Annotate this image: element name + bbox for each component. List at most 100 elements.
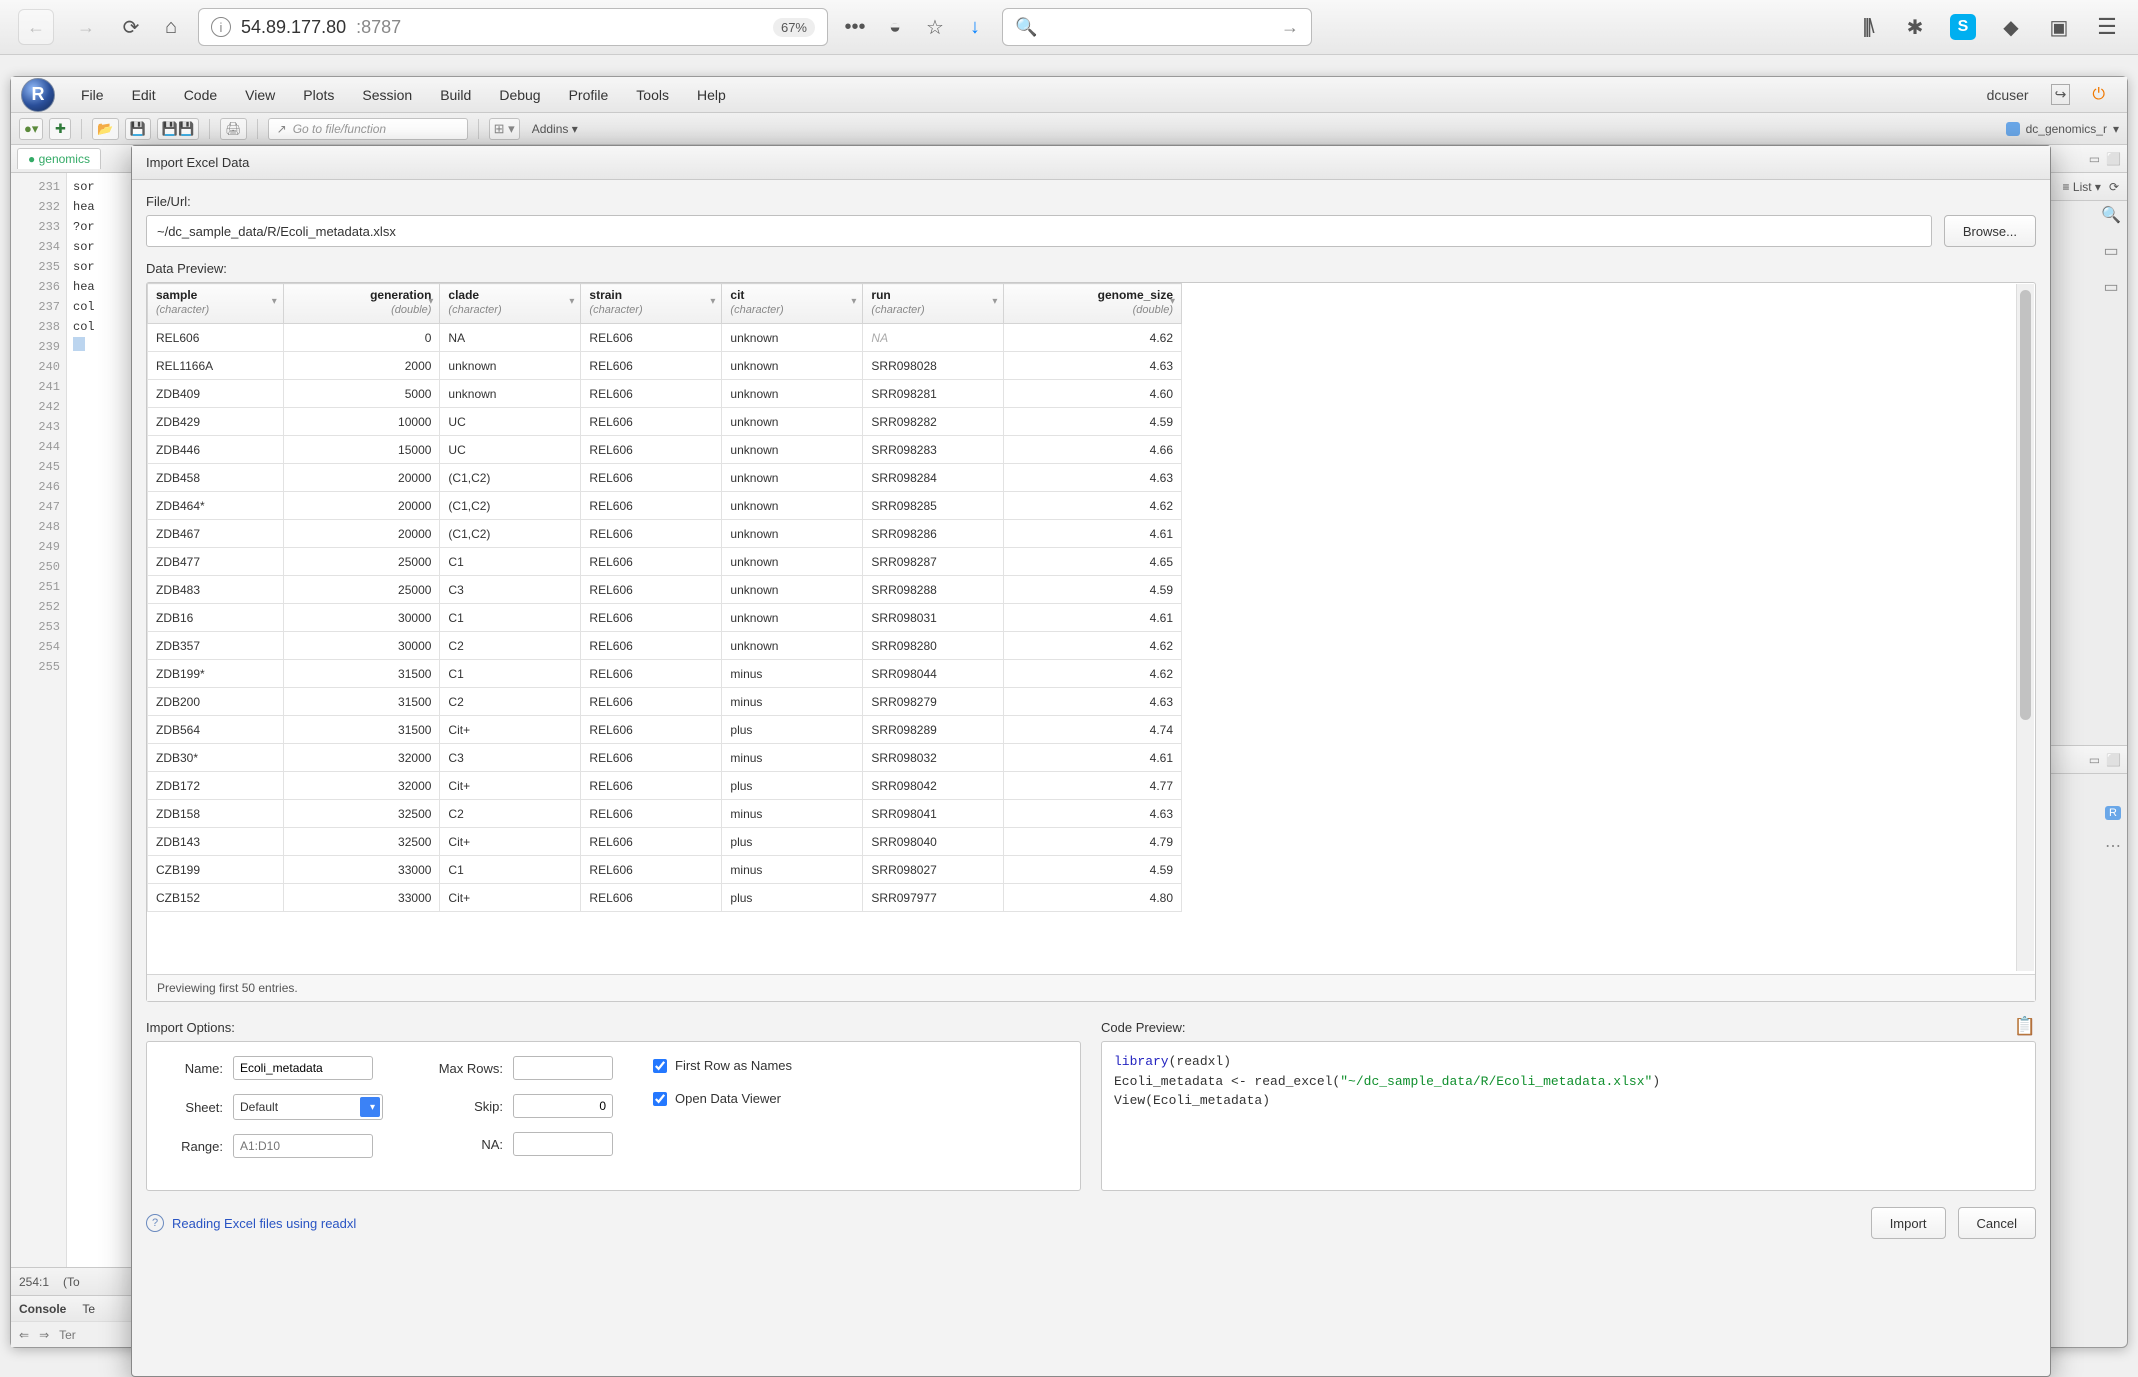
- column-header[interactable]: genome_size(double)▾: [1004, 284, 1182, 324]
- evernote-icon[interactable]: ✱: [1902, 14, 1928, 40]
- table-cell: ZDB199*: [148, 660, 284, 688]
- bookmark-star-icon[interactable]: ☆: [922, 14, 948, 40]
- table-cell: SRR098032: [863, 744, 1004, 772]
- column-header[interactable]: clade(character)▾: [440, 284, 581, 324]
- sidebar-icon[interactable]: ▣: [2046, 14, 2072, 40]
- table-cell: unknown: [722, 352, 863, 380]
- browser-search-bar[interactable]: 🔍 →: [1002, 8, 1312, 46]
- table-cell: REL606: [581, 324, 722, 352]
- downloads-icon[interactable]: ↓: [962, 14, 988, 40]
- page-actions-icon[interactable]: •••: [842, 14, 868, 40]
- zoom-badge[interactable]: 67%: [773, 18, 815, 37]
- url-bar[interactable]: i 54.89.177.80:8787 67%: [198, 8, 828, 46]
- table-cell: SRR098287: [863, 548, 1004, 576]
- file-url-input[interactable]: [146, 215, 1932, 247]
- table-cell: 4.59: [1004, 408, 1182, 436]
- table-cell: C3: [440, 744, 581, 772]
- table-cell: unknown: [722, 492, 863, 520]
- opt-open-viewer-label: Open Data Viewer: [675, 1091, 781, 1106]
- table-cell: 32500: [283, 828, 440, 856]
- help-link[interactable]: ? Reading Excel files using readxl: [146, 1214, 356, 1232]
- table-cell: minus: [722, 688, 863, 716]
- browser-toolbar: ← → ⟳ ⌂ i 54.89.177.80:8787 67% ••• ◒ ☆ …: [0, 0, 2138, 55]
- table-cell: 15000: [283, 436, 440, 464]
- table-cell: 4.62: [1004, 632, 1182, 660]
- opt-first-row-checkbox[interactable]: [653, 1059, 667, 1073]
- search-icon: 🔍: [1015, 17, 1037, 38]
- table-cell: C1: [440, 548, 581, 576]
- column-header[interactable]: generation(double)▾: [283, 284, 440, 324]
- table-cell: REL606: [581, 744, 722, 772]
- home-button[interactable]: ⌂: [158, 14, 184, 40]
- table-cell: REL606: [581, 548, 722, 576]
- table-cell: REL606: [581, 492, 722, 520]
- table-cell: 4.60: [1004, 380, 1182, 408]
- table-cell: 4.62: [1004, 660, 1182, 688]
- nav-forward-button[interactable]: →: [68, 9, 104, 45]
- nav-back-button[interactable]: ←: [18, 9, 54, 45]
- table-cell: 4.79: [1004, 828, 1182, 856]
- import-button[interactable]: Import: [1871, 1207, 1946, 1239]
- site-info-icon[interactable]: i: [211, 17, 231, 37]
- help-icon: ?: [146, 1214, 164, 1232]
- opt-sheet-select[interactable]: Default▾: [233, 1094, 383, 1120]
- library-icon[interactable]: |||\: [1854, 14, 1880, 40]
- table-row: CZB19933000C1REL606minusSRR0980274.59: [148, 856, 1182, 884]
- table-cell: 32000: [283, 772, 440, 800]
- skype-icon[interactable]: S: [1950, 14, 1976, 40]
- import-options-label: Import Options:: [146, 1020, 1081, 1035]
- cancel-button[interactable]: Cancel: [1958, 1207, 2036, 1239]
- table-cell: REL606: [581, 380, 722, 408]
- table-cell: ZDB409: [148, 380, 284, 408]
- table-cell: ZDB172: [148, 772, 284, 800]
- table-cell: REL606: [581, 660, 722, 688]
- opt-open-viewer-checkbox[interactable]: [653, 1092, 667, 1106]
- table-cell: unknown: [440, 352, 581, 380]
- notifications-icon[interactable]: ◆: [1998, 14, 2024, 40]
- table-cell: 20000: [283, 492, 440, 520]
- opt-name-input[interactable]: [233, 1056, 373, 1080]
- table-cell: ZDB158: [148, 800, 284, 828]
- opt-range-input[interactable]: [233, 1134, 373, 1158]
- table-cell: SRR098282: [863, 408, 1004, 436]
- table-cell: UC: [440, 436, 581, 464]
- copy-code-icon[interactable]: 📋: [2014, 1016, 2036, 1037]
- opt-name-label: Name:: [163, 1061, 223, 1076]
- table-cell: ZDB200: [148, 688, 284, 716]
- preview-scrollbar[interactable]: [2016, 284, 2034, 971]
- table-cell: REL606: [581, 464, 722, 492]
- opt-maxrows-input[interactable]: [513, 1056, 613, 1080]
- table-cell: 4.59: [1004, 856, 1182, 884]
- table-cell: 31500: [283, 660, 440, 688]
- table-cell: ZDB30*: [148, 744, 284, 772]
- table-row: ZDB48325000C3REL606unknownSRR0982884.59: [148, 576, 1182, 604]
- reload-button[interactable]: ⟳: [118, 14, 144, 40]
- menu-button[interactable]: ☰: [2094, 14, 2120, 40]
- table-cell: SRR098283: [863, 436, 1004, 464]
- opt-na-input[interactable]: [513, 1132, 613, 1156]
- pocket-icon[interactable]: ◒: [882, 14, 908, 40]
- column-header[interactable]: sample(character)▾: [148, 284, 284, 324]
- data-preview-panel: sample(character)▾generation(double)▾cla…: [146, 282, 2036, 1002]
- code-preview-box[interactable]: library(readxl) Ecoli_metadata <- read_e…: [1101, 1041, 2036, 1191]
- table-cell: 2000: [283, 352, 440, 380]
- table-cell: ZDB357: [148, 632, 284, 660]
- table-cell: 4.74: [1004, 716, 1182, 744]
- table-row: REL6060NAREL606unknownNA4.62: [148, 324, 1182, 352]
- table-cell: unknown: [722, 408, 863, 436]
- search-go-icon[interactable]: →: [1281, 17, 1299, 38]
- code-preview-label: Code Preview:: [1101, 1020, 2014, 1035]
- opt-skip-input[interactable]: [513, 1094, 613, 1118]
- url-port: :8787: [356, 17, 401, 38]
- table-cell: 4.63: [1004, 352, 1182, 380]
- table-cell: 4.63: [1004, 800, 1182, 828]
- table-cell: SRR098040: [863, 828, 1004, 856]
- browse-button[interactable]: Browse...: [1944, 215, 2036, 247]
- column-header[interactable]: run(character)▾: [863, 284, 1004, 324]
- table-cell: 31500: [283, 688, 440, 716]
- table-cell: REL1166A: [148, 352, 284, 380]
- column-header[interactable]: strain(character)▾: [581, 284, 722, 324]
- table-cell: ZDB467: [148, 520, 284, 548]
- column-header[interactable]: cit(character)▾: [722, 284, 863, 324]
- table-row: ZDB464*20000(C1,C2)REL606unknownSRR09828…: [148, 492, 1182, 520]
